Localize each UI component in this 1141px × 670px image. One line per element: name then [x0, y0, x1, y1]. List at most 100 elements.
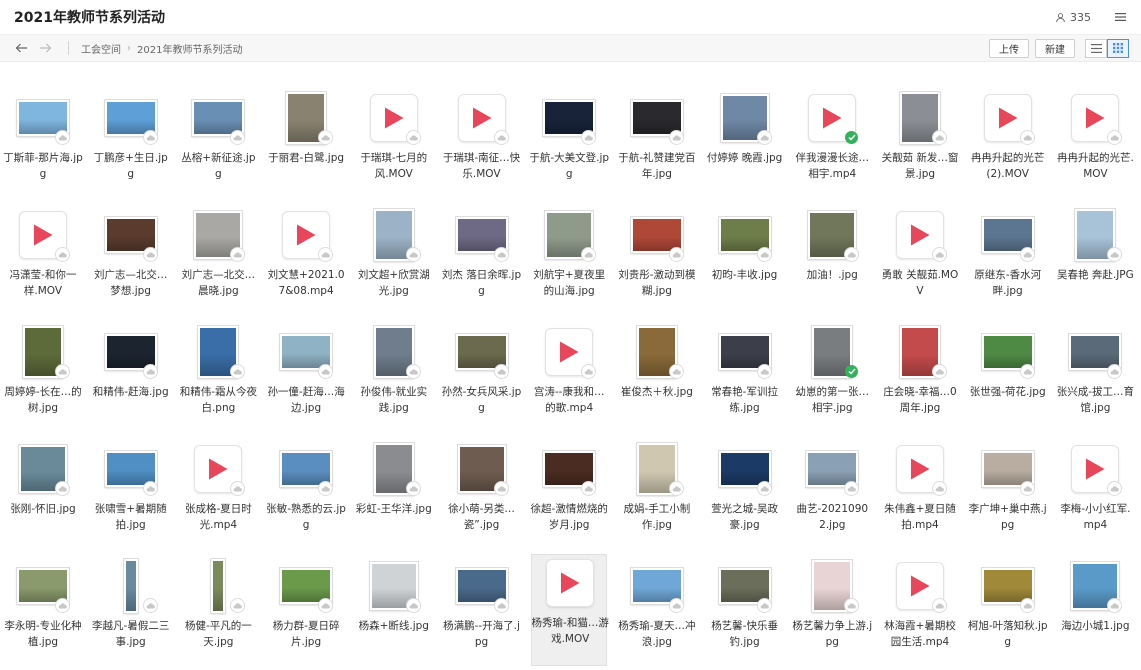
file-name: 萱光之城-吴政豪.jpg [711, 503, 778, 531]
file-item[interactable]: 刘贵彤-激动到模糊.jpg [618, 207, 696, 319]
breadcrumb-root[interactable]: 工会空间 [81, 41, 121, 56]
file-item[interactable]: 宫涛--康我和…的歌.mp4 [531, 324, 607, 436]
file-item[interactable]: 伴我漫漫长途…相宇.mp4 [794, 90, 870, 202]
file-item[interactable]: 孙一僮-赶海…海边.jpg [267, 324, 345, 436]
cloud-icon [56, 365, 69, 378]
synced-check-icon [845, 131, 859, 144]
file-thumbnail [978, 207, 1038, 263]
file-item[interactable]: 吴春艳 奔赴.JPG [1057, 207, 1134, 319]
cloud-icon [143, 131, 157, 144]
cloud-icon [319, 365, 333, 378]
file-name: 李越凡-暑假二三事.jpg [92, 620, 170, 648]
file-name: 杨满鹏--开海了.jpg [443, 620, 520, 648]
file-item[interactable]: 初昀-丰收.jpg [707, 207, 783, 319]
file-item[interactable]: 刘广志—北交…晨晓.jpg [180, 207, 256, 319]
file-item[interactable]: 李越凡-暑假二三事.jpg [92, 558, 170, 670]
file-item[interactable]: 李梅-小小红军.mp4 [1057, 441, 1133, 553]
file-item[interactable]: 张啸雪+暑期随拍.jpg [93, 441, 169, 553]
image-preview [122, 558, 139, 614]
file-item[interactable]: 张成格-夏日时光.mp4 [180, 441, 256, 553]
file-item[interactable]: 孙然-女兵风采.jpg [442, 324, 521, 436]
file-item[interactable]: 张世强-荷花.jpg [970, 324, 1046, 436]
file-thumbnail [890, 324, 950, 380]
file-item[interactable]: 张兴成-拔工…育馆.jpg [1057, 324, 1134, 436]
file-item[interactable]: 杨满鹏--开海了.jpg [443, 558, 520, 670]
file-item[interactable]: 关靓茹 新发…窗景.jpg [882, 90, 958, 202]
file-item[interactable]: 徐小萌-另类…瓷”.jpg [444, 441, 520, 553]
file-item[interactable]: 刘杰 落日余晖.jpg [442, 207, 521, 319]
file-item[interactable]: 丁斯菲-那片海.jpg [3, 90, 83, 202]
file-item[interactable]: 徐超-激情燃烧的岁月.jpg [531, 441, 608, 553]
list-view-icon[interactable] [1085, 38, 1107, 58]
file-item[interactable]: 杨秀瑜-夏天…冲浪.jpg [618, 558, 696, 670]
file-item[interactable]: 勇敢 关靓茹.MOV [882, 207, 958, 319]
upload-button[interactable]: 上传 [989, 38, 1029, 58]
file-item[interactable]: 和精伟-赶海.jpg [93, 324, 169, 436]
file-item[interactable]: 海边小城1.jpg [1057, 558, 1133, 670]
file-thumbnail [802, 441, 862, 497]
file-item[interactable]: 幼崽的第一张…相宇.jpg [794, 324, 870, 436]
file-item[interactable]: 曲艺-20210902.jpg [794, 441, 870, 553]
file-item[interactable]: 冉冉升起的光芒.MOV [1057, 90, 1134, 202]
file-item[interactable]: 杨秀瑜-和猫…游戏.MOV [531, 554, 609, 666]
file-item[interactable]: 崔俊杰＋秋.jpg [619, 324, 695, 436]
forward-arrow-icon[interactable] [36, 39, 54, 57]
file-name: 庄会晓-幸福…0周年.jpg [883, 386, 957, 414]
back-arrow-icon[interactable] [12, 39, 30, 57]
file-name: 冉冉升起的光芒(2).MOV [970, 152, 1045, 180]
file-item[interactable]: 萱光之城-吴政豪.jpg [707, 441, 783, 553]
file-item[interactable]: 庄会晓-幸福…0周年.jpg [882, 324, 958, 436]
file-item[interactable]: 丁鹏彦+生日.jpg [93, 90, 169, 202]
file-item[interactable]: 和精伟-霜从今夜白.png [180, 324, 257, 436]
file-thumbnail [188, 324, 248, 380]
file-item[interactable]: 刘广志—北交…梦想.jpg [93, 207, 169, 319]
file-name: 杨健-平凡的一天.jpg [184, 620, 252, 648]
file-item[interactable]: 原继东-香水河畔.jpg [970, 207, 1046, 319]
file-item[interactable]: 李广坤+巢中燕.jpg [969, 441, 1047, 553]
file-item[interactable]: 于瑞琪-七月的风.MOV [356, 90, 432, 202]
file-item[interactable]: 孙俊伟-就业实践.jpg [356, 324, 432, 436]
file-item[interactable]: 冯潇莹-和你一样.MOV [5, 207, 81, 319]
file-item[interactable]: 刘文超+欣赏湖光.jpg [356, 207, 432, 319]
file-item[interactable]: 丛榕+新征途.jpg [180, 90, 256, 202]
file-item[interactable]: 朱伟鑫+夏日随拍.mp4 [882, 441, 958, 553]
file-item[interactable]: 刘文慧+2021.07&08.mp4 [268, 207, 345, 319]
cloud-icon [757, 482, 771, 495]
menu-icon[interactable] [1113, 10, 1127, 24]
file-item[interactable]: 常春艳-军训拉练.jpg [707, 324, 783, 436]
member-count[interactable]: 335 [1055, 11, 1091, 24]
file-item[interactable]: 杨力群-夏日碎片.jpg [268, 558, 344, 670]
user-icon [1056, 12, 1065, 22]
file-item[interactable]: 于航-礼赞建党百年.jpg [618, 90, 696, 202]
grid-view-icon[interactable] [1107, 38, 1129, 58]
file-item[interactable]: 刘航宇+夏夜里的山海.jpg [531, 207, 607, 319]
file-item[interactable]: 杨健-平凡的一天.jpg [180, 558, 256, 670]
breadcrumb-chevron-icon: › [127, 42, 131, 54]
file-item[interactable]: 于丽君-白鹭.jpg [268, 90, 344, 202]
new-button[interactable]: 新建 [1035, 38, 1075, 58]
file-item[interactable]: 加油！.jpg [794, 207, 870, 319]
file-item[interactable]: 冉冉升起的光芒(2).MOV [970, 90, 1046, 202]
file-name: 付婷婷 晚霞.jpg [706, 152, 783, 164]
file-name: 宫涛--康我和…的歌.mp4 [533, 386, 605, 414]
file-item[interactable]: 于瑞琪-南征…快乐.MOV [443, 90, 520, 202]
file-name: 张啸雪+暑期随拍.jpg [94, 503, 167, 531]
file-item[interactable]: 周婷婷-长在…的树.jpg [4, 324, 82, 436]
file-item[interactable]: 李永明-专业化种植.jpg [4, 558, 82, 670]
file-item[interactable]: 张敏-熟悉的云.jpg [266, 441, 346, 553]
file-thumbnail [978, 441, 1038, 497]
file-thumbnail [627, 441, 687, 497]
file-item[interactable]: 林海霞+暑期校园生活.mp4 [882, 558, 958, 670]
file-item[interactable]: 张刚-怀旧.jpg [5, 441, 81, 553]
file-item[interactable]: 杨森+断线.jpg [356, 558, 432, 670]
file-thumbnail [1065, 207, 1125, 263]
file-name: 崔俊杰＋秋.jpg [620, 386, 693, 398]
file-item[interactable]: 付婷婷 晚霞.jpg [707, 90, 783, 202]
file-item[interactable]: 于航-大美文登.jpg [529, 90, 609, 202]
file-item[interactable]: 杨艺馨力争上游.jpg [792, 558, 872, 670]
file-item[interactable]: 彩虹-王华洋.jpg [356, 441, 432, 553]
file-item[interactable]: 杨艺馨-快乐垂钓.jpg [707, 558, 783, 670]
file-item[interactable]: 成娟-手工小制作.jpg [619, 441, 695, 553]
file-item[interactable]: 柯旭-叶落知秋.jpg [968, 558, 1048, 670]
file-name: 伴我漫漫长途…相宇.mp4 [795, 152, 870, 180]
